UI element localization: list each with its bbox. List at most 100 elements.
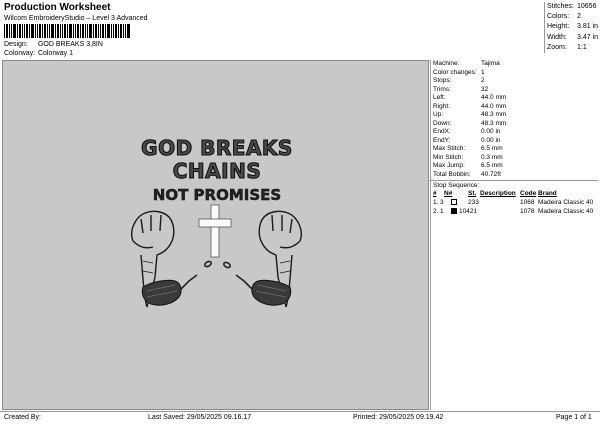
detail-row: Max Jump: 6.5 mm	[431, 162, 598, 171]
detail-label: EndX:	[433, 128, 451, 135]
detail-row: Left: 44.0 mm	[431, 94, 598, 103]
colorway-value: Colorway 1	[37, 50, 73, 57]
design-name-row: Design: GOD BREAKS 3,8IN	[4, 41, 103, 48]
col-description: Description	[480, 190, 516, 197]
detail-value: 2	[481, 77, 485, 84]
left-chain-icon	[180, 260, 213, 290]
stop-sequence-header: # N# St. Description Code Brand	[431, 189, 598, 198]
summary-value: 3.81 in	[577, 23, 599, 31]
detail-row: Trims: 32	[431, 86, 598, 95]
col-stitches: St.	[468, 190, 477, 197]
col-needle: N#	[444, 190, 453, 197]
colorway-row: Colorway: Colorway 1	[4, 50, 73, 57]
row-needle: 1	[440, 208, 444, 215]
detail-row: Stops: 2	[431, 77, 598, 86]
detail-row: Right: 44.0 mm	[431, 103, 598, 112]
detail-value: Tajima	[481, 60, 500, 67]
detail-label: Total Bobbin:	[433, 170, 471, 178]
detail-row: Min Stitch: 0.3 mm	[431, 154, 598, 163]
summary-colors: Colors: 2	[545, 12, 598, 22]
detail-row: Total Bobbin: 40.72ft	[431, 171, 598, 180]
col-code: Code	[520, 190, 537, 197]
summary-stitches: Stitches: 10656	[545, 2, 598, 12]
design-text-line2: CHAINS	[173, 159, 261, 183]
summary-zoom: Zoom: 1:1	[545, 43, 598, 53]
summary-label: Width:	[547, 33, 567, 41]
detail-value: 48.3 mm	[481, 111, 507, 118]
detail-value: 0.3 mm	[481, 153, 503, 161]
detail-label: Machine:	[433, 60, 460, 67]
sheet-subtitle: Wilcom EmbroideryStudio – Level 3 Advanc…	[4, 15, 148, 22]
detail-value: 1	[481, 68, 485, 76]
detail-label: Up:	[433, 111, 444, 118]
detail-label: Down:	[433, 119, 452, 127]
detail-value: 40.72ft	[481, 170, 501, 178]
footer: Created By: Last Saved: 29/05/2025 09.16…	[0, 411, 600, 423]
barcode	[4, 24, 130, 38]
detail-label: Color changes:	[433, 68, 477, 76]
footer-last-saved: Last Saved: 29/05/2025 09.16.17	[148, 414, 252, 421]
details-panel: Machine: Tajima Color changes: 1 Stops: 2 T…	[430, 60, 598, 410]
detail-label: Right:	[433, 102, 450, 110]
design-preview: GOD BREAKS CHAINS NOT PROMISES	[2, 60, 429, 410]
detail-label: Stops:	[433, 77, 452, 84]
row-stitches: 233	[468, 199, 479, 206]
row-code: 1068	[520, 199, 535, 206]
right-shackle-icon	[251, 279, 292, 306]
col-index: #	[433, 190, 437, 197]
detail-row: Color changes: 1	[431, 69, 598, 78]
row-code: 1078	[520, 208, 535, 215]
footer-created-by: Created By:	[4, 414, 41, 421]
left-shackle-icon	[141, 279, 182, 306]
detail-row: EndY: 0.00 in	[431, 137, 598, 146]
embroidery-design: GOD BREAKS CHAINS NOT PROMISES	[131, 135, 302, 308]
summary-width: Width: 3.47 in	[545, 33, 598, 43]
thread-color-swatch	[451, 198, 457, 207]
design-text-line1: GOD BREAKS	[141, 136, 293, 160]
detail-value: 0.00 in	[481, 128, 501, 135]
stop-sequence-title: Stop Sequence:	[431, 180, 598, 189]
design-text-line3: NOT PROMISES	[153, 186, 281, 204]
detail-row: Down: 48.3 mm	[431, 120, 598, 129]
summary-label: Zoom:	[547, 43, 567, 51]
row-brand: Madeira Classic 40	[538, 208, 594, 215]
table-row: 2. 1 10421 1078 Madeira Classic 40	[431, 207, 598, 216]
detail-value: 6.5 mm	[481, 145, 503, 152]
detail-value: 48.3 mm	[481, 119, 507, 127]
detail-label: Min Stitch:	[433, 153, 464, 161]
summary-label: Colors:	[547, 13, 570, 21]
row-stitches: 10421	[459, 208, 478, 215]
detail-label: Trims:	[433, 85, 451, 93]
design-name-value: GOD BREAKS 3,8IN	[37, 41, 103, 48]
row-index: 2.	[433, 208, 439, 215]
summary-value: 1:1	[577, 43, 587, 51]
detail-row: Max Stitch: 6.5 mm	[431, 145, 598, 154]
detail-label: Max Jump:	[433, 162, 465, 169]
summary-label: Height:	[547, 23, 570, 31]
detail-value: 32	[481, 85, 489, 93]
summary-panel: Stitches: 10656 Colors: 2 Height: 3.81 in W…	[544, 2, 598, 53]
right-chain-icon	[222, 261, 253, 290]
detail-value: 44.0 mm	[481, 102, 507, 110]
summary-value: 10656	[577, 3, 597, 10]
summary-height: Height: 3.81 in	[545, 22, 598, 32]
detail-label: Max Stitch:	[433, 145, 466, 152]
cross-icon	[198, 204, 232, 258]
thread-color-swatch	[451, 207, 457, 216]
summary-value: 3.47 in	[577, 33, 599, 41]
row-needle: 3	[440, 199, 444, 206]
detail-row: Up: 48.3 mm	[431, 111, 598, 120]
colorway-label: Colorway:	[4, 50, 36, 57]
detail-label: EndY:	[433, 136, 451, 144]
detail-value: 6.5 mm	[481, 162, 503, 169]
detail-row: EndX: 0.00 in	[431, 128, 598, 137]
row-index: 1.	[433, 199, 439, 206]
footer-printed: Printed: 29/05/2025 09.19.42	[353, 414, 444, 421]
detail-value: 0.00 in	[481, 136, 501, 144]
design-label: Design:	[4, 41, 28, 48]
summary-value: 2	[577, 13, 581, 21]
table-row: 1. 3 233 1068 Madeira Classic 40	[431, 198, 598, 207]
detail-value: 44.0 mm	[481, 94, 507, 101]
row-brand: Madeira Classic 40	[538, 199, 594, 206]
sheet-title: Production Worksheet	[4, 2, 111, 13]
